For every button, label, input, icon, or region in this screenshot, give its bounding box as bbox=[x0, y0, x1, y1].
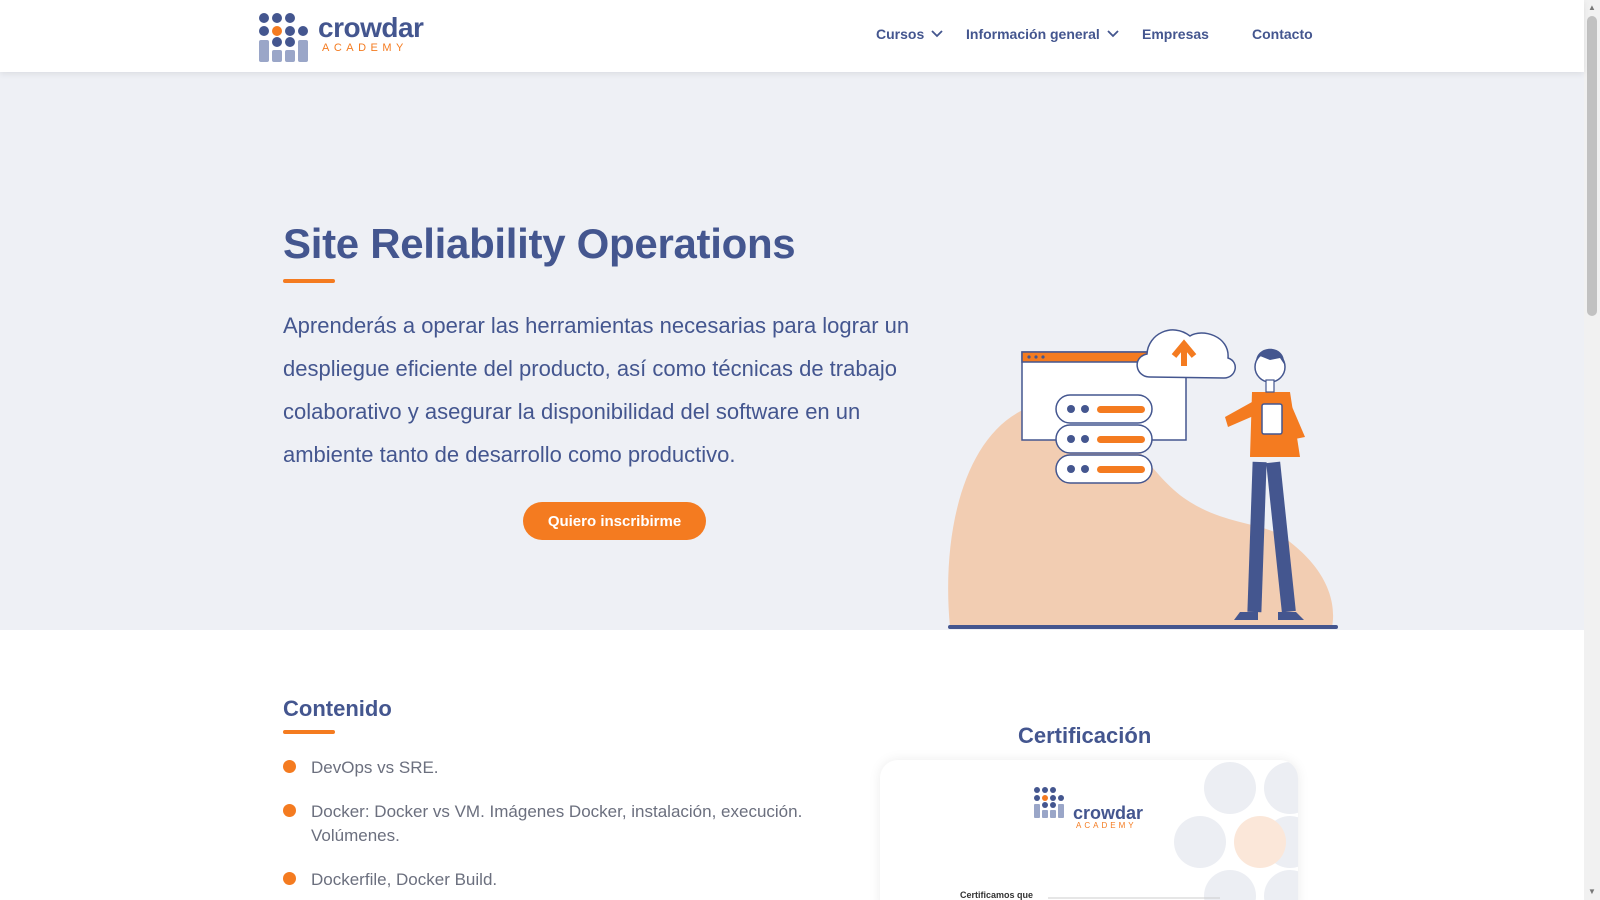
nav-cursos-label: Cursos bbox=[876, 26, 925, 42]
logo-text: crowdar bbox=[318, 12, 424, 43]
scroll-down-icon[interactable]: ▼ bbox=[1587, 887, 1597, 897]
contenido-list: DevOps vs SRE. Docker: Docker vs VM. Imá… bbox=[283, 756, 843, 900]
nav-cursos[interactable]: Cursos bbox=[876, 26, 944, 42]
contenido-underline bbox=[283, 730, 335, 734]
certificate-decoration bbox=[1034, 762, 1298, 900]
list-item-text: Docker: Docker vs VM. Imágenes Docker, i… bbox=[311, 802, 803, 845]
nav-empresas-label: Empresas bbox=[1142, 26, 1209, 42]
hero-description: Aprenderás a operar las herramientas nec… bbox=[283, 313, 910, 467]
crowdar-logo[interactable]: crowdar ACADEMY bbox=[256, 10, 426, 64]
certificate-logo-subtext: ACADEMY bbox=[1076, 821, 1137, 830]
contenido-title: Contenido bbox=[283, 696, 392, 721]
list-item: DevOps vs SRE. bbox=[283, 756, 843, 780]
bullet-icon bbox=[283, 804, 296, 817]
certificacion-title: Certificación bbox=[1018, 723, 1152, 748]
nav-informacion-label: Información general bbox=[966, 26, 1100, 42]
nav-empresas[interactable]: Empresas bbox=[1142, 26, 1209, 42]
scroll-thumb[interactable] bbox=[1587, 16, 1597, 316]
vertical-scrollbar[interactable]: ▲ ▼ bbox=[1584, 0, 1600, 900]
crowd-icon bbox=[259, 13, 308, 62]
list-item-text: Dockerfile, Docker Build. bbox=[311, 870, 498, 889]
certificate-preview: crowdar ACADEMY Certificamos que bbox=[880, 760, 1298, 900]
list-item-text: DevOps vs SRE. bbox=[311, 758, 439, 777]
logo-subtext: ACADEMY bbox=[322, 42, 408, 54]
chevron-down-icon bbox=[1107, 30, 1119, 38]
bullet-icon bbox=[283, 760, 296, 773]
page-title: Site Reliability Operations bbox=[283, 220, 796, 267]
enroll-button[interactable]: Quiero inscribirme bbox=[523, 502, 706, 540]
hero-section: Site Reliability Operations Aprenderás a… bbox=[0, 72, 1584, 630]
title-underline bbox=[283, 279, 335, 283]
chevron-down-icon bbox=[931, 30, 943, 38]
bullet-icon bbox=[283, 872, 296, 885]
scroll-up-icon[interactable]: ▲ bbox=[1587, 3, 1597, 13]
devops-illustration bbox=[948, 329, 1338, 629]
list-item: Dockerfile, Docker Build. bbox=[283, 868, 843, 892]
nav-informacion-general[interactable]: Información general bbox=[966, 26, 1120, 42]
nav-contacto[interactable]: Contacto bbox=[1252, 26, 1313, 42]
site-header: crowdar ACADEMY Cursos Información gener… bbox=[0, 0, 1584, 72]
list-item: Docker: Docker vs VM. Imágenes Docker, i… bbox=[283, 800, 843, 848]
nav-contacto-label: Contacto bbox=[1252, 26, 1313, 42]
certificate-text: Certificamos que bbox=[960, 890, 1034, 900]
